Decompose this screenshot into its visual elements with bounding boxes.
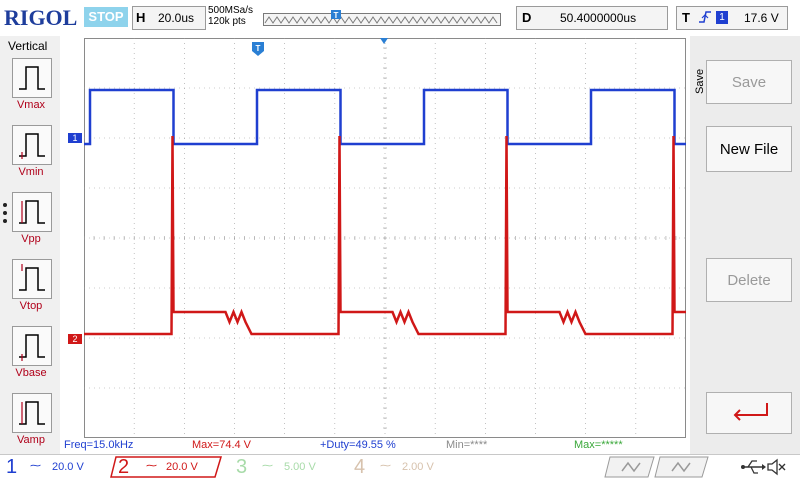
channel-1-offset-marker[interactable]: 1 bbox=[68, 133, 82, 143]
channel-1-number: 1 bbox=[6, 456, 18, 478]
vmin-icon bbox=[19, 133, 45, 159]
vbase-button[interactable] bbox=[12, 326, 52, 366]
speaker-muted-icon[interactable] bbox=[766, 457, 786, 477]
channel-4-scale: 2.00 V bbox=[402, 461, 434, 473]
vtop-button[interactable] bbox=[12, 259, 52, 299]
channel-2-offset-marker[interactable]: 2 bbox=[68, 334, 82, 344]
vpp-icon bbox=[19, 200, 45, 224]
freq-readout: Freq=15.0kHz bbox=[64, 439, 134, 451]
dc-coupling-icon: ⁓ bbox=[262, 460, 273, 472]
trigger-level: 17.6 V bbox=[744, 11, 779, 25]
trigger-time-marker[interactable]: T bbox=[252, 42, 264, 56]
memory-depth: 120k pts bbox=[208, 16, 246, 27]
timebase-value: 20.0us bbox=[158, 11, 195, 25]
duty-readout: +Duty=49.55 % bbox=[320, 439, 396, 451]
return-arrow-icon bbox=[733, 403, 768, 421]
new-file-button[interactable]: New File bbox=[706, 126, 792, 172]
page-dot bbox=[3, 211, 7, 215]
vamp-button[interactable] bbox=[12, 393, 52, 433]
trigger-label: T bbox=[682, 10, 690, 25]
save-menu-title: Save bbox=[694, 68, 706, 94]
svg-text:T: T bbox=[256, 44, 261, 53]
dc-coupling-icon: ⁓ bbox=[146, 460, 157, 472]
channel-4-number: 4 bbox=[354, 456, 366, 478]
vpp-label: Vpp bbox=[21, 233, 41, 245]
max2-readout: Max=***** bbox=[574, 439, 623, 451]
min-readout: Min=**** bbox=[446, 439, 488, 451]
delay-value: 50.4000000us bbox=[560, 11, 637, 25]
channel-2-number: 2 bbox=[118, 456, 130, 478]
max-readout: Max=74.4 V bbox=[192, 439, 252, 451]
vtop-label: Vtop bbox=[19, 300, 43, 312]
run-stop-status[interactable]: STOP bbox=[84, 7, 128, 27]
channel-1-scale: 20.0 V bbox=[52, 461, 84, 473]
vbase-label: Vbase bbox=[15, 367, 47, 379]
vmax-icon bbox=[19, 66, 45, 90]
vmax-button[interactable] bbox=[12, 58, 52, 98]
vpp-button[interactable] bbox=[12, 192, 52, 232]
rising-edge-icon bbox=[699, 11, 711, 23]
waveform-display[interactable] bbox=[84, 38, 686, 438]
delay-label: D bbox=[522, 10, 532, 25]
usb-icon bbox=[741, 460, 766, 474]
vtop-icon bbox=[19, 264, 45, 291]
vamp-label: Vamp bbox=[17, 434, 45, 446]
vbase-icon bbox=[19, 334, 45, 361]
page-dot bbox=[3, 203, 7, 207]
measure-panel-title: Vertical bbox=[8, 39, 48, 53]
dc-coupling-icon: ⁓ bbox=[380, 460, 391, 472]
rigol-logo: RIGOL bbox=[4, 5, 78, 30]
channel-3-scale: 5.00 V bbox=[284, 461, 316, 473]
vmax-label: Vmax bbox=[16, 99, 46, 111]
sample-rate: 500MSa/s bbox=[208, 5, 254, 16]
memory-waveform-overview[interactable]: T bbox=[263, 10, 501, 26]
memory-trigger-marker: T bbox=[334, 11, 339, 20]
channel-2-scale: 20.0 V bbox=[166, 461, 198, 473]
page-dot bbox=[3, 219, 7, 223]
math-ref-buttons[interactable] bbox=[604, 456, 710, 478]
trigger-source: 1 bbox=[716, 11, 728, 24]
vamp-icon bbox=[19, 401, 45, 425]
save-button[interactable]: Save bbox=[706, 60, 792, 104]
dc-coupling-icon: ⁓ bbox=[30, 460, 41, 472]
return-button[interactable] bbox=[706, 392, 792, 434]
timebase-label: H bbox=[136, 10, 146, 25]
delete-button[interactable]: Delete bbox=[706, 258, 792, 302]
channel-3-number: 3 bbox=[236, 456, 248, 478]
vmin-button[interactable] bbox=[12, 125, 52, 165]
vmin-label: Vmin bbox=[18, 166, 44, 178]
